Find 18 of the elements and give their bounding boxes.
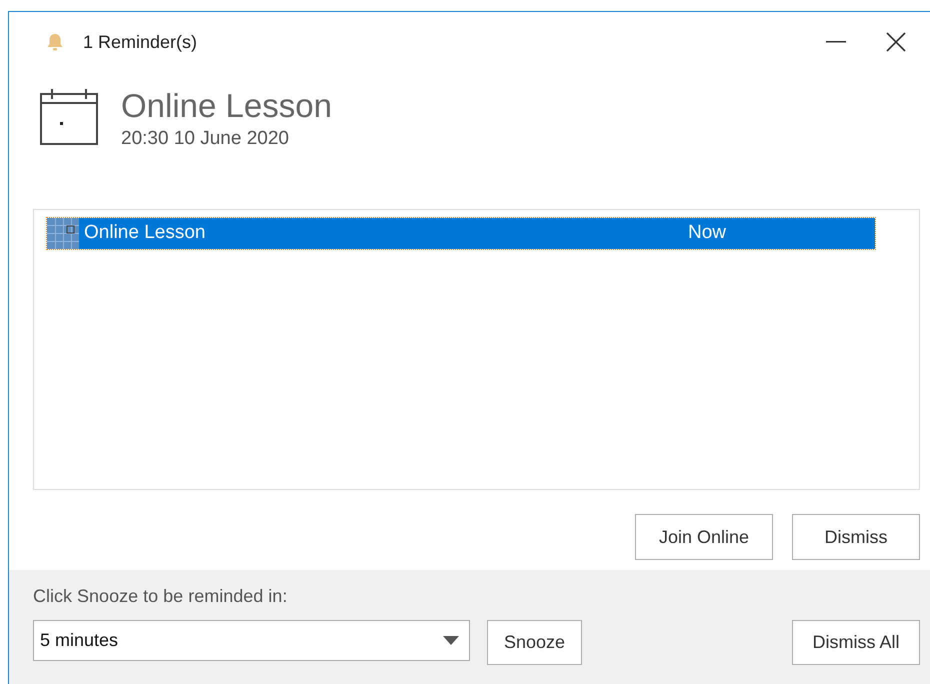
reminder-subject: Online Lesson [121, 86, 332, 126]
dismiss-button[interactable]: Dismiss [792, 514, 920, 560]
calendar-icon [40, 89, 98, 145]
appointment-icon [47, 218, 79, 249]
join-online-button[interactable]: Join Online [635, 514, 773, 560]
bell-icon [45, 32, 65, 52]
minimize-icon [826, 41, 846, 43]
due-time: Now [688, 221, 726, 246]
window-title: 1 Reminder(s) [83, 30, 198, 54]
dropdown-arrow-icon [443, 636, 459, 645]
dismiss-all-button[interactable]: Dismiss All [792, 620, 920, 665]
reminder-subject: Online Lesson [84, 221, 206, 246]
snooze-label: Click Snooze to be reminded in: [33, 585, 288, 608]
reminder-time: 20:30 10 June 2020 [121, 127, 290, 151]
reminder-row[interactable]: Online Lesson Now [47, 218, 875, 249]
snooze-dropdown[interactable]: 5 minutes [33, 620, 470, 661]
snooze-button[interactable]: Snooze [487, 620, 582, 665]
close-icon [886, 32, 906, 52]
